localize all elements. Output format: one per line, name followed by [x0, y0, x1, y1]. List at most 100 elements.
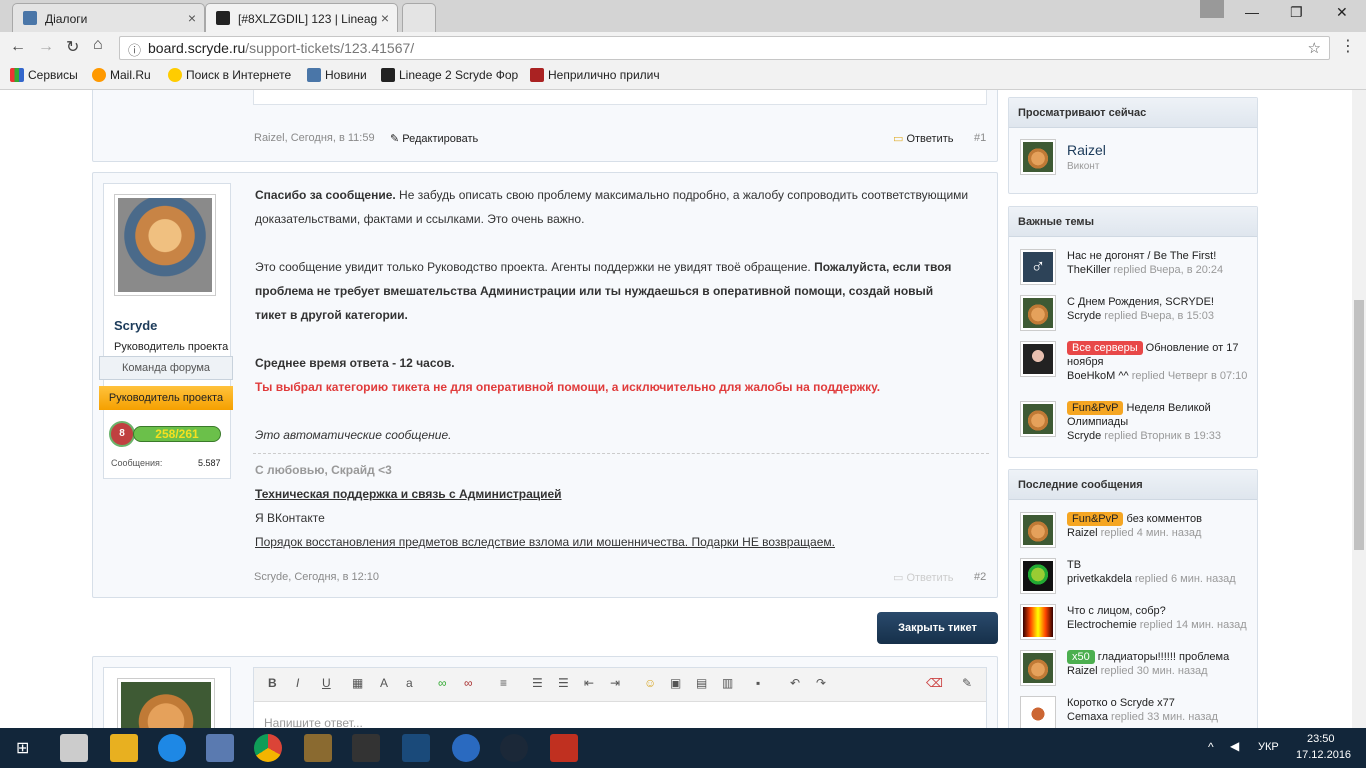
home-icon[interactable]: ⌂	[93, 36, 103, 54]
avatar[interactable]	[1020, 512, 1056, 548]
ordered-list-icon[interactable]: ☰	[558, 676, 569, 690]
reply-link[interactable]: ▭ Ответить	[893, 132, 953, 145]
tag-badge[interactable]: Fun&PvP	[1067, 401, 1124, 415]
topic-user[interactable]: TheKiller	[1067, 264, 1110, 276]
store-icon[interactable]	[60, 734, 88, 762]
username[interactable]: Scryde	[114, 318, 157, 333]
font-size-icon[interactable]: A	[380, 676, 388, 690]
bookmark-mailru[interactable]: Mail.Ru	[92, 68, 151, 82]
indent-icon[interactable]: ⇥	[610, 676, 620, 690]
topic-title[interactable]: С Днем Рождения, SCRYDE!	[1067, 296, 1214, 308]
windows-start-icon[interactable]: ⊞	[16, 738, 29, 758]
avatar[interactable]	[1020, 401, 1056, 437]
tag-badge[interactable]: Все серверы	[1067, 341, 1143, 355]
info-icon[interactable]: ⓘ	[128, 40, 141, 59]
topic-title[interactable]: гладиаторы!!!!!! проблема	[1095, 651, 1229, 663]
topic-user[interactable]: Raizel	[1067, 665, 1098, 677]
italic-button[interactable]: I	[296, 676, 299, 690]
close-icon[interactable]: ×	[381, 10, 389, 26]
close-window-icon[interactable]: ✕	[1336, 4, 1348, 21]
speaker-icon[interactable]: ◀	[1230, 739, 1239, 753]
address-bar[interactable]: ⓘ board.scryde.ru/support-tickets/123.41…	[119, 36, 1330, 60]
dota-icon[interactable]	[550, 734, 578, 762]
bookmark-vk[interactable]: Новини	[307, 68, 367, 82]
avatar[interactable]	[1020, 341, 1056, 377]
support-link[interactable]: Техническая поддержка и связь с Админист…	[255, 482, 562, 506]
reload-icon[interactable]: ↻	[66, 37, 79, 57]
viewer-name[interactable]: Raizel	[1067, 142, 1106, 158]
avatar[interactable]	[1020, 650, 1056, 686]
battlenet-icon[interactable]	[452, 734, 480, 762]
scrollbar-thumb[interactable]	[1354, 300, 1364, 550]
paint-icon[interactable]	[206, 734, 234, 762]
post-number[interactable]: #2	[974, 571, 986, 583]
topic-user[interactable]: Raizel	[1067, 527, 1098, 539]
reply-input[interactable]: Напишите ответ...	[264, 716, 363, 728]
edge-icon[interactable]	[158, 734, 186, 762]
close-ticket-button[interactable]: Закрыть тикет	[877, 612, 998, 644]
avatar[interactable]	[117, 678, 215, 728]
color-icon[interactable]: ▦	[352, 676, 363, 690]
tray-arrow-icon[interactable]: ^	[1208, 740, 1214, 754]
tag-badge[interactable]: x50	[1067, 650, 1095, 664]
star-icon[interactable]: ☆	[1308, 39, 1321, 57]
smiley-icon[interactable]: ☺	[644, 676, 656, 690]
align-icon[interactable]: ≡	[500, 676, 507, 690]
app-icon[interactable]	[352, 734, 380, 762]
folder-icon[interactable]	[110, 734, 138, 762]
topic-user[interactable]: privetkakdela	[1067, 573, 1132, 585]
tag-badge[interactable]: Fun&PvP	[1067, 512, 1124, 526]
tab-dialogs[interactable]: Діалоги ×	[12, 3, 205, 32]
restore-link[interactable]: Порядок восстановления предметов вследст…	[255, 530, 835, 554]
topic-user[interactable]: Scryde	[1067, 430, 1101, 442]
new-tab-button[interactable]	[402, 3, 436, 32]
language-indicator[interactable]: УКР	[1258, 741, 1279, 753]
topic-title[interactable]: Коротко о Scryde x77	[1067, 697, 1175, 709]
list-icon[interactable]: ☰	[532, 676, 543, 690]
avatar[interactable]	[1020, 558, 1056, 594]
save-icon[interactable]: ▪	[756, 676, 760, 690]
bookmark-lineage[interactable]: Lineage 2 Scryde Фор	[381, 68, 518, 82]
menu-icon[interactable]: ⋮	[1340, 36, 1356, 56]
edit-link[interactable]: ✎ Редактировать	[390, 132, 478, 145]
reply-link[interactable]: ▭ Ответить	[893, 571, 953, 584]
chrome-icon[interactable]	[254, 734, 282, 762]
avatar[interactable]	[1020, 139, 1056, 175]
avatar[interactable]	[114, 194, 216, 296]
bold-button[interactable]: B	[268, 676, 277, 690]
clock-time[interactable]: 23:50	[1307, 733, 1335, 745]
bookmark-other[interactable]: Неприлично прилич	[530, 68, 660, 82]
topic-user[interactable]: Electrochemie	[1067, 619, 1137, 631]
topic-title[interactable]: ТВ	[1067, 559, 1081, 571]
post-number[interactable]: #1	[974, 132, 986, 144]
avatar[interactable]: ♂	[1020, 249, 1056, 285]
clock-date[interactable]: 17.12.2016	[1296, 749, 1351, 761]
image-icon[interactable]: ▣	[670, 676, 681, 690]
link-icon[interactable]: ∞	[438, 676, 447, 690]
starcraft-icon[interactable]	[402, 734, 430, 762]
topic-user[interactable]: Scryde	[1067, 310, 1101, 322]
topic-title[interactable]: без комментов	[1123, 513, 1202, 525]
unlink-icon[interactable]: ∞	[464, 676, 473, 690]
undo-icon[interactable]: ↶	[790, 676, 800, 690]
outdent-icon[interactable]: ⇤	[584, 676, 594, 690]
tab-ticket[interactable]: [#8XLZGDIL] 123 | Lineag ×	[205, 3, 398, 32]
eraser-icon[interactable]: ⌫	[926, 676, 943, 690]
page-scrollbar[interactable]	[1352, 90, 1366, 728]
vk-link[interactable]: Я ВКонтакте	[255, 506, 325, 530]
topic-title[interactable]: Нас не догонят / Be The First!	[1067, 250, 1216, 262]
user-icon[interactable]	[1200, 0, 1224, 18]
avatar[interactable]	[1020, 696, 1056, 728]
redo-icon[interactable]: ↷	[816, 676, 826, 690]
bookmark-services[interactable]: Сервисы	[10, 68, 78, 82]
minimize-icon[interactable]: —	[1245, 4, 1259, 20]
topic-title[interactable]: Что с лицом, собр?	[1067, 605, 1166, 617]
maximize-icon[interactable]: ❐	[1290, 4, 1303, 21]
avatar[interactable]	[1020, 604, 1056, 640]
font-icon[interactable]: a	[406, 676, 413, 690]
code-icon[interactable]: ▥	[722, 676, 733, 690]
forward-icon[interactable]: →	[38, 38, 54, 56]
toggle-editor-icon[interactable]: ✎	[962, 676, 972, 690]
topic-user[interactable]: Cemaxa	[1067, 711, 1108, 723]
back-icon[interactable]: ←	[10, 38, 26, 56]
